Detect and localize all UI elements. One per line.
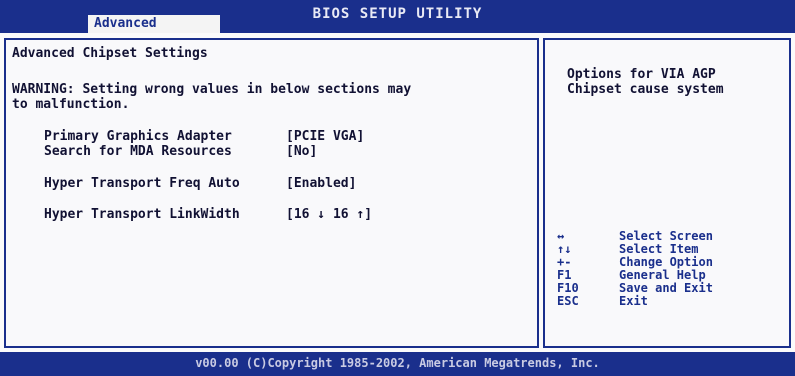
warning-line-1: WARNING: Setting wrong values in below s… xyxy=(12,82,412,97)
help-line-1: Options for VIA AGP xyxy=(567,67,716,82)
panel-heading: Advanced Chipset Settings xyxy=(12,46,208,61)
setting-value-search-mda[interactable]: [No] xyxy=(286,144,317,159)
key-action-label: Exit xyxy=(619,294,648,308)
setting-label-search-mda: Search for MDA Resources xyxy=(44,144,232,159)
help-line-2: Chipset cause system xyxy=(567,82,724,97)
warning-line-2: to malfunction. xyxy=(12,97,130,112)
help-panel: Options for VIA AGP Chipset cause system… xyxy=(543,38,791,348)
setting-label-hyper-transport-freq: Hyper Transport Freq Auto xyxy=(44,176,240,191)
settings-panel: Advanced Chipset Settings WARNING: Setti… xyxy=(4,38,539,348)
tab-advanced[interactable]: Advanced xyxy=(88,15,220,33)
key-esc: ESC xyxy=(557,294,579,308)
bottom-bar: v00.00 (C)Copyright 1985-2002, American … xyxy=(0,352,795,376)
key-legend-row: ESC Exit xyxy=(557,295,787,308)
key-legend-row: F10 Save and Exit xyxy=(557,282,787,295)
setting-value-primary-graphics-adapter[interactable]: [PCIE VGA] xyxy=(286,129,364,144)
bios-screen: BIOS SETUP UTILITY Advanced Advanced Chi… xyxy=(0,0,795,376)
setting-label-hyper-transport-linkwidth: Hyper Transport LinkWidth xyxy=(44,207,240,222)
setting-label-primary-graphics-adapter: Primary Graphics Adapter xyxy=(44,129,232,144)
help-text: Options for VIA AGP Chipset cause system xyxy=(567,67,782,97)
setting-value-hyper-transport-freq[interactable]: [Enabled] xyxy=(286,176,356,191)
copyright-text: v00.00 (C)Copyright 1985-2002, American … xyxy=(195,356,600,370)
top-bar: BIOS SETUP UTILITY Advanced xyxy=(0,0,795,33)
setting-value-hyper-transport-linkwidth[interactable]: [16 ↓ 16 ↑] xyxy=(286,207,372,222)
